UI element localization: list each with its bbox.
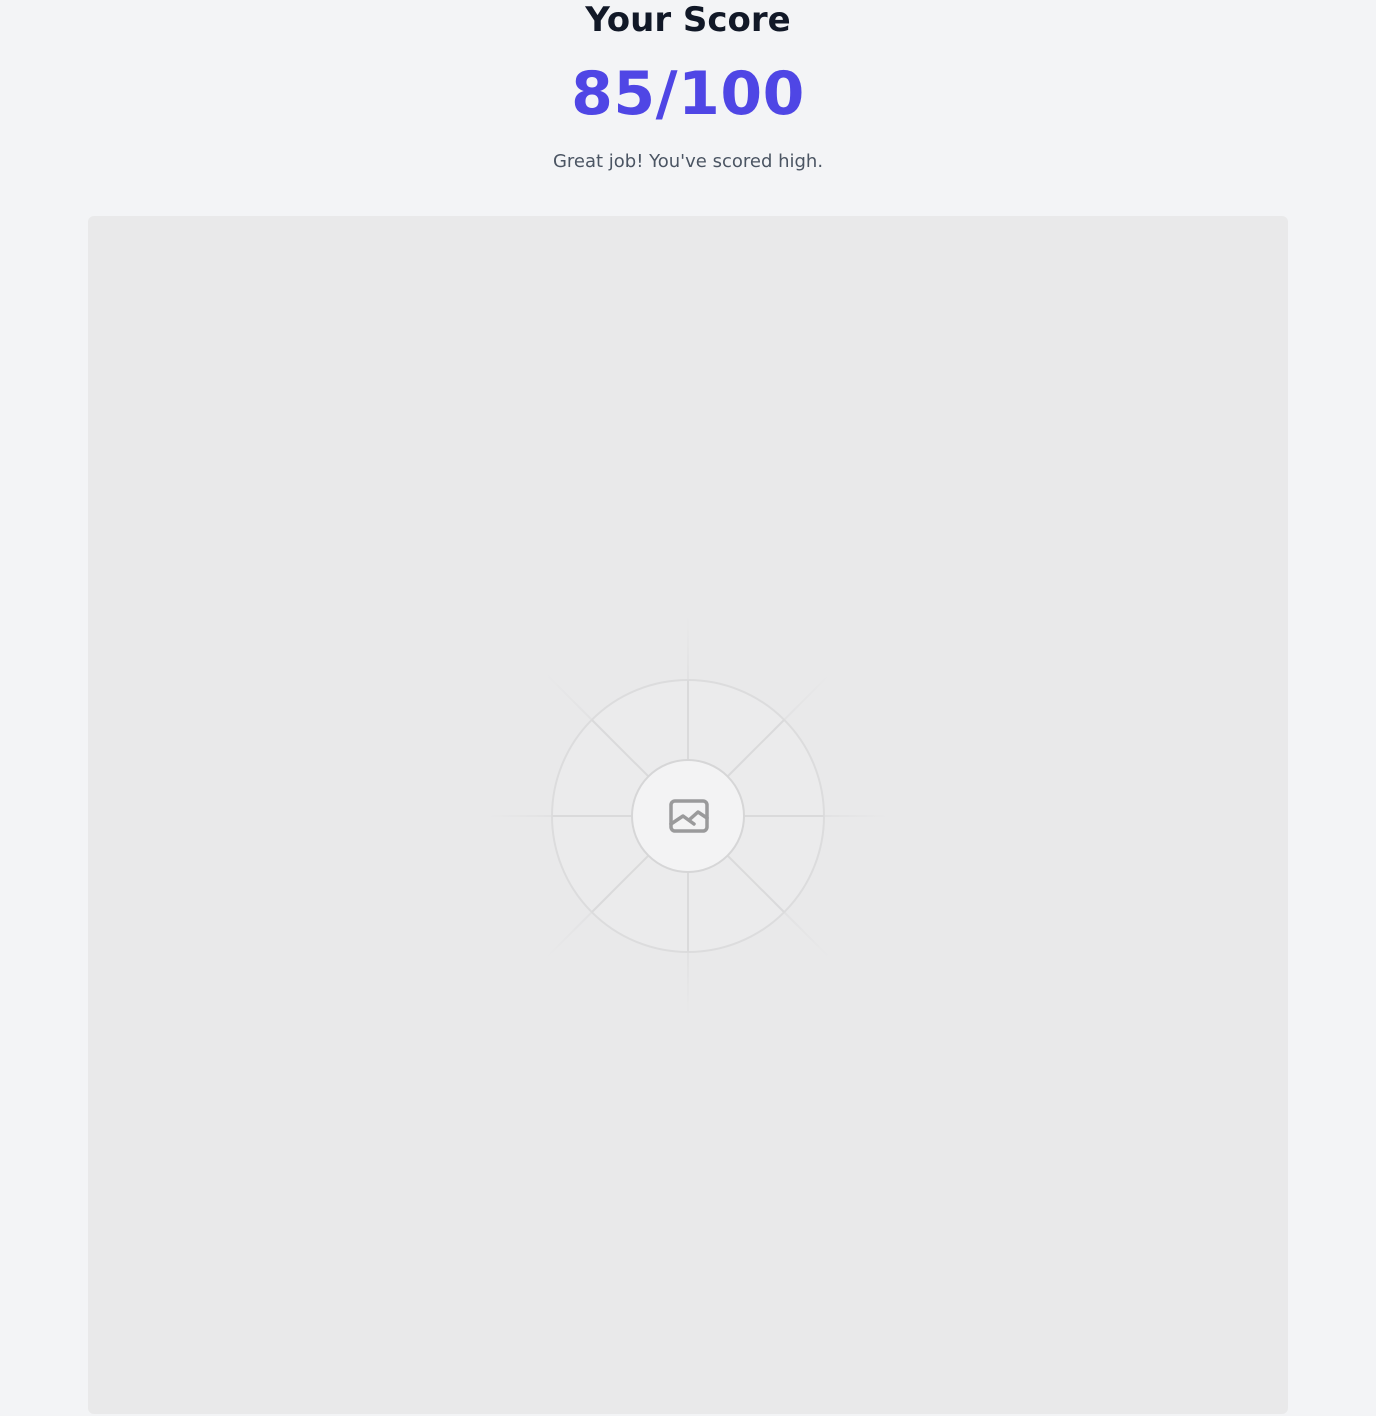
image-placeholder [88,216,1288,1414]
score-value: 85/100 [571,59,805,129]
page-title: Your Score [585,0,791,40]
score-message: Great job! You've scored high. [552,151,824,172]
placeholder-inner-circle [631,759,745,873]
placeholder-graphic [488,616,888,1016]
